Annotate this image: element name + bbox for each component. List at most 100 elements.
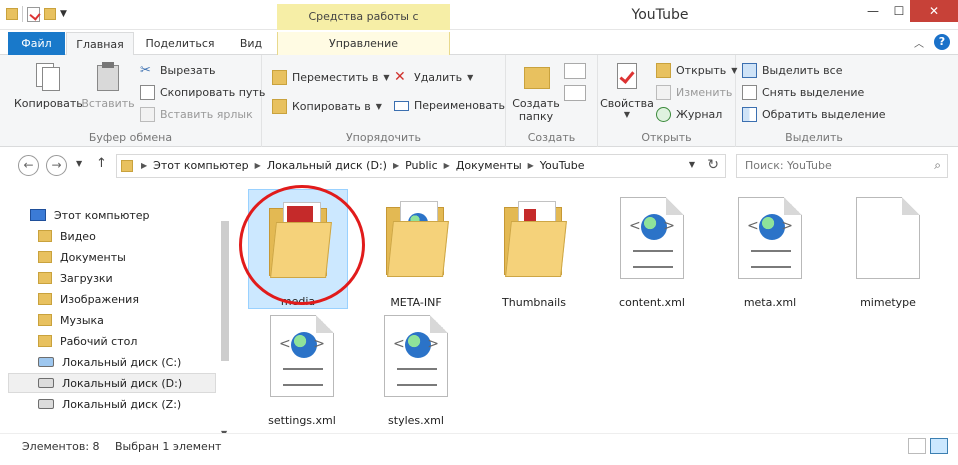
maximize-button[interactable]: ☐	[888, 0, 910, 22]
open-icon	[656, 63, 671, 78]
tab-view[interactable]: Вид	[230, 32, 272, 55]
xml-file-icon: < >	[270, 315, 334, 397]
chevron-down-icon: ▼	[375, 102, 382, 111]
title-bar: ▼ Средства работы с рисунками YouTube — …	[0, 0, 958, 49]
breadcrumb-item[interactable]: Локальный диск (D:)	[267, 159, 387, 173]
new-folder-icon[interactable]	[44, 8, 56, 20]
file-item-styles-xml[interactable]: < > styles.xml	[366, 307, 466, 427]
nav-item-this-pc[interactable]: Этот компьютер	[30, 205, 150, 225]
breadcrumb-separator-icon[interactable]: ▶	[528, 159, 534, 173]
breadcrumb-separator-icon[interactable]: ▶	[393, 159, 399, 173]
nav-item-videos[interactable]: Видео	[38, 226, 96, 246]
group-clipboard: Копировать Вставить ✂ Вырезать Скопирова…	[0, 55, 265, 147]
file-item-thumbnails[interactable]: Thumbnails	[484, 189, 584, 309]
breadcrumb-item[interactable]: YouTube	[540, 159, 585, 173]
open-button[interactable]: Открыть ▼	[656, 63, 737, 78]
paste-shortcut-icon	[140, 107, 155, 122]
edit-button[interactable]: Изменить	[656, 85, 732, 100]
up-button[interactable]: ↑	[96, 156, 107, 171]
open-label: Открыть	[676, 64, 727, 77]
forward-button[interactable]: →	[46, 155, 67, 176]
minimize-button[interactable]: —	[856, 0, 890, 22]
copy-to-icon	[272, 99, 287, 114]
delete-label: Удалить	[414, 71, 463, 84]
folder-icon	[504, 199, 568, 277]
nav-item-drive-d[interactable]: Локальный диск (D:)	[8, 373, 216, 393]
new-item-button[interactable]	[564, 63, 586, 79]
file-item-meta-inf[interactable]: META-INF	[366, 189, 466, 309]
close-button[interactable]: ✕	[910, 0, 958, 22]
back-button[interactable]: ←	[18, 155, 39, 176]
nav-item-music[interactable]: Музыка	[38, 310, 104, 330]
tab-home[interactable]: Главная	[66, 32, 134, 55]
copy-path-button[interactable]: Скопировать путь	[140, 85, 265, 100]
properties-icon[interactable]	[27, 6, 41, 22]
move-to-button[interactable]: Переместить в ▼	[272, 70, 390, 85]
group-open: Свойства ▼ Открыть ▼ Изменить Журнал Отк…	[598, 55, 737, 147]
paste-button[interactable]: Вставить	[80, 61, 136, 110]
chevron-down-icon[interactable]: ▼	[60, 9, 67, 19]
nav-item-label: Изображения	[60, 292, 139, 306]
group-label-clipboard: Буфер обмена	[88, 131, 173, 144]
address-bar[interactable]: ▶ Этот компьютер ▶ Локальный диск (D:) ▶…	[116, 154, 726, 178]
scrollbar-thumb[interactable]	[221, 221, 229, 361]
folder-icon	[38, 272, 52, 284]
copy-button[interactable]: Копировать	[14, 61, 83, 110]
tab-manage[interactable]: Управление	[277, 32, 450, 55]
nav-item-desktop[interactable]: Рабочий стол	[38, 331, 137, 351]
item-count: Элементов: 8	[22, 440, 100, 453]
chevron-down-icon: ▼	[383, 73, 390, 82]
select-all-button[interactable]: Выделить все	[742, 63, 842, 78]
nav-item-label: Видео	[60, 229, 96, 243]
file-item-meta-xml[interactable]: < > meta.xml	[720, 189, 820, 309]
file-item-content-xml[interactable]: < > content.xml	[602, 189, 702, 309]
delete-button[interactable]: ✕ Удалить ▼	[394, 70, 473, 85]
rename-button[interactable]: Переименовать	[394, 99, 505, 112]
properties-button[interactable]: Свойства ▼	[600, 61, 654, 119]
file-item-settings-xml[interactable]: < > settings.xml	[252, 307, 352, 427]
nav-item-downloads[interactable]: Загрузки	[38, 268, 113, 288]
breadcrumb-item[interactable]: Public	[405, 159, 438, 173]
breadcrumb-separator-icon[interactable]: ▶	[255, 159, 261, 173]
nav-scrollbar[interactable]: ▼	[218, 201, 232, 438]
help-icon[interactable]: ?	[934, 34, 950, 50]
copy-path-label: Скопировать путь	[160, 86, 266, 99]
file-name: Thumbnails	[502, 296, 566, 309]
tab-share[interactable]: Поделиться	[140, 32, 220, 55]
nav-item-pictures[interactable]: Изображения	[38, 289, 139, 309]
paste-shortcut-button[interactable]: Вставить ярлык	[140, 107, 253, 122]
breadcrumb-separator-icon[interactable]: ▶	[444, 159, 450, 173]
quick-access-toolbar: ▼	[6, 6, 67, 22]
new-folder-icon	[520, 61, 552, 93]
invert-selection-icon	[742, 107, 757, 122]
collapse-ribbon-icon[interactable]: ︿	[914, 35, 924, 50]
view-switcher	[908, 438, 948, 454]
folder-icon	[386, 199, 450, 277]
easy-access-button[interactable]	[564, 85, 586, 101]
search-input[interactable]: Поиск: YouTube ⌕	[736, 154, 948, 178]
nav-item-label: Рабочий стол	[60, 334, 138, 348]
cut-button[interactable]: ✂ Вырезать	[140, 63, 215, 78]
file-item-mimetype[interactable]: mimetype	[838, 189, 938, 309]
nav-item-drive-c[interactable]: Локальный диск (C:)	[38, 352, 181, 372]
invert-selection-button[interactable]: Обратить выделение	[742, 107, 886, 122]
group-new: Создать папку Создать	[506, 55, 598, 147]
new-folder-button[interactable]: Создать папку	[510, 61, 562, 123]
breadcrumb-item[interactable]: Этот компьютер	[153, 159, 249, 173]
tab-file[interactable]: Файл	[8, 32, 65, 55]
status-bar: Элементов: 8 Выбран 1 элемент	[0, 433, 958, 465]
recent-locations-chevron-icon[interactable]: ▼	[76, 159, 82, 168]
large-icons-view-button[interactable]	[930, 438, 948, 454]
breadcrumb-item[interactable]: Документы	[456, 159, 522, 173]
history-button[interactable]: Журнал	[656, 107, 722, 122]
copy-to-button[interactable]: Копировать в ▼	[272, 99, 382, 114]
select-none-button[interactable]: Снять выделение	[742, 85, 864, 100]
nav-item-drive-z[interactable]: Локальный диск (Z:)	[38, 394, 181, 414]
nav-item-documents[interactable]: Документы	[38, 247, 126, 267]
refresh-icon[interactable]: ↻	[707, 157, 719, 173]
details-view-button[interactable]	[908, 438, 926, 454]
xml-file-icon: < >	[620, 197, 684, 279]
select-none-label: Снять выделение	[762, 86, 865, 99]
chevron-down-icon: ▼	[467, 73, 474, 82]
address-history-chevron-icon[interactable]: ▼	[689, 160, 695, 169]
